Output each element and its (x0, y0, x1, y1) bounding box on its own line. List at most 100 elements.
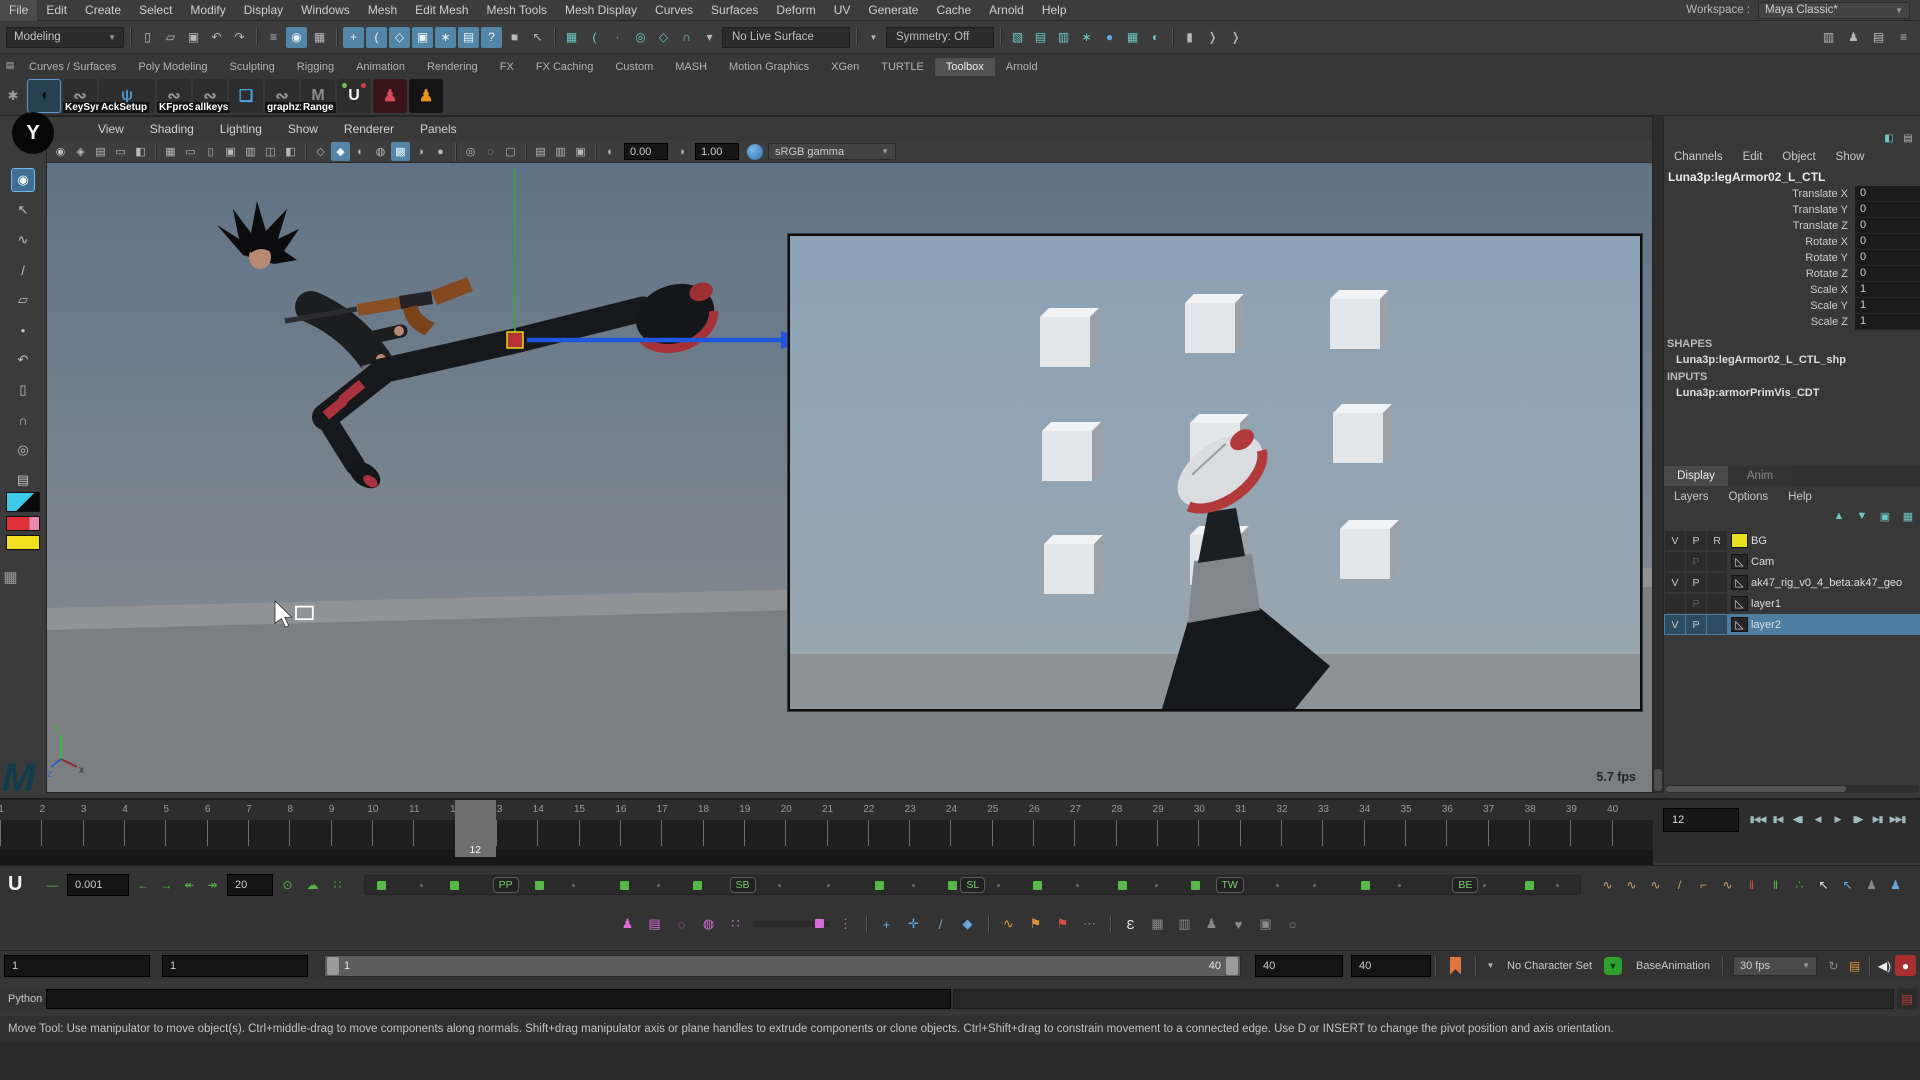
wireframe-icon[interactable]: ◇ (311, 142, 330, 161)
shelf-tab-fx-caching[interactable]: FX Caching (525, 58, 604, 76)
shelf-tab-motion-graphics[interactable]: Motion Graphics (718, 58, 820, 76)
workspace-dropdown[interactable]: Maya Classic* ▼ (1758, 2, 1910, 19)
symmetry-field[interactable]: Symmetry: Off (886, 27, 994, 48)
track-key-square[interactable] (948, 881, 957, 890)
timeline-frame-24[interactable]: 24 (950, 820, 991, 846)
viewport-panel[interactable]: ViewShadingLightingShowRendererPanels ◉◈… (46, 116, 1653, 793)
mask-curves-icon[interactable]: ( (366, 27, 387, 48)
layer-row[interactable]: VPRBG (1664, 530, 1920, 551)
undo-tool-icon[interactable]: ↶ (11, 348, 35, 372)
prev-key-icon[interactable]: ↞ (179, 874, 200, 895)
menu-cache[interactable]: Cache (927, 0, 980, 21)
cursor-blue-icon[interactable]: ↖ (1837, 874, 1858, 895)
layer-reference-toggle[interactable] (1707, 573, 1727, 592)
anim-slider-track[interactable]: PPSBSLTWBE (364, 875, 1581, 895)
attribute-editor-icon[interactable]: ≡ (1893, 27, 1914, 48)
camera-select-icon[interactable]: ◉ (51, 142, 70, 161)
character-blue-icon[interactable]: ♟ (1885, 874, 1906, 895)
bounding-box-icon[interactable]: ◍ (371, 142, 390, 161)
snap-projected-center-icon[interactable]: ◎ (630, 27, 651, 48)
field-chart-icon[interactable]: ▥ (241, 142, 260, 161)
film-gate-icon[interactable]: ▭ (181, 142, 200, 161)
track-key-square[interactable] (693, 881, 702, 890)
pose-grid-icon[interactable]: ∷ (725, 913, 747, 935)
power-icon[interactable]: ⊙ (277, 874, 298, 895)
time-slider[interactable]: 1234567891011121314151617181920212223242… (0, 800, 1653, 865)
channel-value-field[interactable]: 1 (1855, 298, 1920, 314)
timeline-frame-33[interactable]: 33 (1322, 820, 1363, 846)
go-to-end-button[interactable]: ▶▶▮ (1888, 806, 1907, 832)
menu-generate[interactable]: Generate (859, 0, 927, 21)
timeline-frame-20[interactable]: 20 (785, 820, 826, 846)
live-surface-dropdown-icon[interactable]: ▾ (699, 27, 720, 48)
joint-xray-icon[interactable]: ▢ (501, 142, 520, 161)
clipboard-icon[interactable]: ▤ (11, 468, 35, 492)
step-back-frame-button[interactable]: ▮◀ (1768, 806, 1787, 832)
shelf-item-range[interactable]: MRange (301, 79, 335, 113)
anim-clip-label[interactable]: BaseAnimation (1636, 960, 1710, 972)
menu-display[interactable]: Display (235, 0, 292, 21)
menu-mesh-tools[interactable]: Mesh Tools (478, 0, 556, 21)
shelf-item-graphzx[interactable]: ∾graphzx (265, 79, 299, 113)
lighting-icon[interactable]: ◑ (411, 142, 430, 161)
mask-surfaces-icon[interactable]: ◇ (389, 27, 410, 48)
menu-modify[interactable]: Modify (181, 0, 234, 21)
pin-blue-icon[interactable]: + (876, 913, 898, 935)
menu-file[interactable]: File (0, 0, 37, 21)
play-forwards-button[interactable]: ▶ (1828, 806, 1847, 832)
grid-small-icon[interactable]: ▦ (1147, 913, 1169, 935)
select-hierarchy-icon[interactable]: ≡ (263, 27, 284, 48)
track-key-square[interactable] (377, 881, 386, 890)
gear-icon[interactable]: ✱ (0, 88, 26, 104)
layer-row[interactable]: P◺layer1 (1664, 593, 1920, 614)
pose-page-icon[interactable]: ▤ (644, 913, 666, 935)
green-key-ticks-icon[interactable]: ‖ (1765, 874, 1786, 895)
shelf-menu-icon[interactable]: ▤ (2, 55, 18, 76)
menu-surfaces[interactable]: Surfaces (702, 0, 767, 21)
loop-playback-icon[interactable]: ↻ (1823, 955, 1844, 976)
cursor-white-icon[interactable]: ↖ (1813, 874, 1834, 895)
pose-bars-icon[interactable]: ⋮ (835, 913, 857, 935)
cube-icon[interactable]: ▣ (1255, 913, 1277, 935)
timeline-frame-4[interactable]: 4 (124, 820, 165, 846)
go-to-start-button[interactable]: ▮◀◀ (1748, 806, 1767, 832)
table-icon[interactable]: ▥ (1174, 913, 1196, 935)
timeline-frame-23[interactable]: 23 (909, 820, 950, 846)
open-scene-icon[interactable]: ▱ (160, 27, 181, 48)
layer-playback-toggle[interactable]: P (1686, 615, 1706, 634)
timeline-frame-17[interactable]: 17 (661, 820, 702, 846)
shelf-tab-custom[interactable]: Custom (604, 58, 664, 76)
timeline-frame-36[interactable]: 36 (1446, 820, 1487, 846)
channel-label[interactable]: Scale Z (1664, 314, 1855, 330)
track-key-square[interactable] (450, 881, 459, 890)
track-key-square[interactable] (1118, 881, 1127, 890)
channel-value-field[interactable]: 0 (1855, 234, 1920, 250)
channel-value-field[interactable]: 1 (1855, 314, 1920, 330)
red-color-swatch[interactable] (6, 516, 40, 531)
exposure-field[interactable]: 0.00 (624, 143, 668, 160)
channel-value-field[interactable]: 0 (1855, 250, 1920, 266)
track-key-square[interactable] (1361, 881, 1370, 890)
ease-in-curve-icon[interactable]: ∿ (1621, 874, 1642, 895)
channel-label[interactable]: Translate Y (1664, 202, 1855, 218)
mask-misc-icon[interactable]: ? (481, 27, 502, 48)
shelf-tab-poly-modeling[interactable]: Poly Modeling (127, 58, 218, 76)
no-live-surface-field[interactable]: No Live Surface (722, 27, 850, 48)
rig-person-icon[interactable]: ♟ (1201, 913, 1223, 935)
menu-edit-mesh[interactable]: Edit Mesh (406, 0, 477, 21)
safe-title-icon[interactable]: ◧ (281, 142, 300, 161)
character-set-dropdown-icon[interactable]: ▼ (1480, 955, 1501, 976)
timeline-frame-15[interactable]: 15 (579, 820, 620, 846)
save-scene-icon[interactable]: ▣ (183, 27, 204, 48)
timeline-frame-25[interactable]: 25 (992, 820, 1033, 846)
timeline-frame-40[interactable]: 40 (1612, 820, 1653, 846)
layer-menu-help[interactable]: Help (1778, 487, 1822, 507)
toolbar-logo-icon[interactable]: Y (12, 112, 54, 154)
eraser-tool-icon[interactable]: ▱ (11, 288, 35, 312)
timeline-frame-34[interactable]: 34 (1364, 820, 1405, 846)
channel-label[interactable]: Rotate Y (1664, 250, 1855, 266)
search-icon[interactable]: ○ (1282, 913, 1304, 935)
layer-name[interactable]: Cam (1748, 556, 1774, 568)
playback-start-field[interactable]: 1 (162, 955, 308, 977)
shape-node-name[interactable]: Luna3p:legArmor02_L_CTL_shp (1676, 354, 1846, 366)
